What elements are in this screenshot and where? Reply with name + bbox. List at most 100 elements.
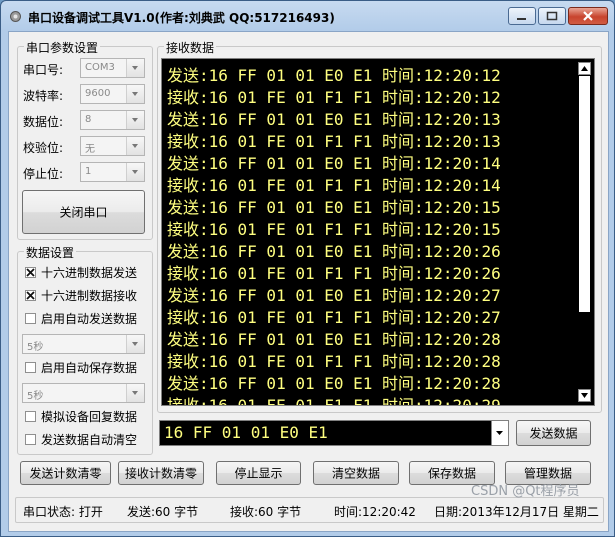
- port-status: 串口状态: 打开: [23, 505, 103, 519]
- receive-line: 发送:16 FF 01 01 E0 E1 时间:12:20:15: [167, 198, 501, 217]
- data-settings-title: 数据设置: [24, 244, 77, 261]
- auto-save-interval-value: 5秒: [27, 391, 44, 402]
- receive-line: 发送:16 FF 01 01 E0 E1 时间:12:20:26: [167, 242, 501, 261]
- status-date: 日期:2013年12月17日 星期二: [434, 505, 599, 519]
- chevron-down-icon: [132, 342, 138, 346]
- baud-select[interactable]: 9600: [80, 84, 145, 104]
- send-input[interactable]: 16 FF 01 01 E0 E1: [159, 420, 509, 446]
- baud-label: 波特率:: [23, 89, 64, 103]
- close-window-button[interactable]: [568, 7, 608, 25]
- port-label: 串口号:: [23, 63, 64, 77]
- hex-recv-checkbox[interactable]: [25, 290, 36, 301]
- scroll-down-button[interactable]: [578, 389, 591, 402]
- send-value: 16 FF 01 01 E0 E1: [164, 423, 328, 442]
- check-icon: [26, 268, 35, 277]
- check-icon: [26, 291, 35, 300]
- receive-textarea[interactable]: 发送:16 FF 01 01 E0 E1 时间:12:20:12 接收:16 01…: [161, 58, 595, 406]
- stop-display-label: 停止显示: [234, 466, 283, 481]
- auto-clear-checkbox[interactable]: [25, 434, 36, 445]
- parity-label: 校验位:: [23, 141, 64, 155]
- arrow-down-icon: [581, 393, 588, 398]
- auto-clear-label: 发送数据自动清空: [41, 433, 138, 447]
- auto-send-interval-select[interactable]: 5秒: [22, 334, 145, 354]
- minimize-button[interactable]: [508, 7, 536, 25]
- reset-send-count-label: 发送计数清零: [29, 466, 102, 481]
- receive-line: 接收:16 01 FE 01 F1 F1 时间:12:20:29: [167, 396, 501, 406]
- window-title: 串口设备调试工具V1.0(作者:刘典武 QQ:517216493): [28, 11, 335, 25]
- scroll-up-button[interactable]: [578, 62, 591, 75]
- port-value: COM3: [85, 62, 115, 73]
- chevron-down-icon: [496, 431, 503, 435]
- simulate-reply-label: 模拟设备回复数据: [41, 410, 138, 424]
- receive-line: 接收:16 01 FE 01 F1 F1 时间:12:20:13: [167, 132, 501, 151]
- close-port-button[interactable]: 关闭串口: [22, 190, 145, 234]
- send-dropdown-button[interactable]: [491, 421, 508, 445]
- receive-scrollbar[interactable]: [577, 60, 593, 404]
- auto-save-interval-select[interactable]: 5秒: [22, 383, 145, 403]
- serial-settings-group: 串口参数设置 串口号: COM3 波特率: 9600 数据位: 8 校验位: 无…: [17, 39, 153, 240]
- hex-send-checkbox[interactable]: [25, 267, 36, 278]
- parity-value: 无: [85, 144, 95, 155]
- reset-recv-count-button[interactable]: 接收计数清零: [118, 461, 204, 485]
- receive-line: 发送:16 FF 01 01 E0 E1 时间:12:20:28: [167, 330, 501, 349]
- close-port-label: 关闭串口: [59, 205, 108, 220]
- receive-line: 接收:16 01 FE 01 F1 F1 时间:12:20:14: [167, 176, 501, 195]
- auto-save-checkbox[interactable]: [25, 362, 36, 373]
- receive-line: 接收:16 01 FE 01 F1 F1 时间:12:20:27: [167, 308, 501, 327]
- hex-send-label: 十六进制数据发送: [41, 266, 138, 280]
- serial-settings-title: 串口参数设置: [24, 39, 101, 56]
- data-settings-group: 数据设置 十六进制数据发送 十六进制数据接收 启用自动发送数据 5秒 启用自动保…: [17, 244, 153, 455]
- stop-display-button[interactable]: 停止显示: [216, 461, 301, 485]
- send-data-label: 发送数据: [529, 426, 578, 441]
- auto-send-interval-value: 5秒: [27, 342, 44, 353]
- clear-data-label: 清空数据: [331, 466, 380, 481]
- port-select[interactable]: COM3: [80, 58, 145, 78]
- receive-line: 接收:16 01 FE 01 F1 F1 时间:12:20:26: [167, 264, 501, 283]
- receive-line: 接收:16 01 FE 01 F1 F1 时间:12:20:15: [167, 220, 501, 239]
- stopbits-value: 1: [85, 166, 92, 177]
- simulate-reply-checkbox[interactable]: [25, 411, 36, 422]
- receive-title: 接收数据: [164, 39, 217, 56]
- baud-value: 9600: [85, 88, 111, 99]
- receive-line: 发送:16 FF 01 01 E0 E1 时间:12:20:27: [167, 286, 501, 305]
- manage-data-label: 管理数据: [523, 466, 572, 481]
- status-time: 时间:12:20:42: [334, 505, 416, 519]
- chevron-down-icon: [132, 118, 138, 122]
- scroll-thumb[interactable]: [579, 76, 590, 312]
- receive-line: 发送:16 FF 01 01 E0 E1 时间:12:20:12: [167, 66, 501, 85]
- recv-count: 接收:60 字节: [230, 505, 302, 519]
- chevron-down-icon: [132, 144, 138, 148]
- clear-data-button[interactable]: 清空数据: [313, 461, 399, 485]
- receive-line: 发送:16 FF 01 01 E0 E1 时间:12:20:14: [167, 154, 501, 173]
- close-icon: [583, 11, 593, 21]
- chevron-down-icon: [132, 391, 138, 395]
- databits-label: 数据位:: [23, 115, 64, 129]
- auto-send-label: 启用自动发送数据: [41, 312, 138, 326]
- auto-send-checkbox[interactable]: [25, 313, 36, 324]
- status-bar: 串口状态: 打开 发送:60 字节 接收:60 字节 时间:12:20:42 日…: [15, 497, 604, 523]
- hex-recv-label: 十六进制数据接收: [41, 289, 138, 303]
- chevron-down-icon: [132, 92, 138, 96]
- databits-value: 8: [85, 114, 92, 125]
- reset-send-count-button[interactable]: 发送计数清零: [20, 461, 111, 485]
- auto-save-label: 启用自动保存数据: [41, 361, 138, 375]
- send-data-button[interactable]: 发送数据: [516, 420, 591, 446]
- app-window: 串口设备调试工具V1.0(作者:刘典武 QQ:517216493) 串口参数设置…: [0, 0, 615, 537]
- receive-line: 发送:16 FF 01 01 E0 E1 时间:12:20:13: [167, 110, 501, 129]
- maximize-button[interactable]: [538, 7, 566, 25]
- sent-count: 发送:60 字节: [127, 505, 199, 519]
- parity-select[interactable]: 无: [80, 136, 145, 156]
- receive-line: 接收:16 01 FE 01 F1 F1 时间:12:20:12: [167, 88, 501, 107]
- title-bar[interactable]: 串口设备调试工具V1.0(作者:刘典武 QQ:517216493): [1, 1, 614, 31]
- minimize-icon: [517, 18, 526, 20]
- stopbits-select[interactable]: 1: [80, 162, 145, 182]
- app-gear-icon: [10, 11, 21, 22]
- watermark: CSDN @Qt程序员: [471, 484, 580, 499]
- reset-recv-count-label: 接收计数清零: [124, 466, 197, 481]
- receive-lines: 发送:16 FF 01 01 E0 E1 时间:12:20:12 接收:16 01…: [167, 65, 501, 406]
- chevron-down-icon: [132, 170, 138, 174]
- databits-select[interactable]: 8: [80, 110, 145, 130]
- arrow-up-icon: [581, 66, 588, 71]
- chevron-down-icon: [132, 66, 138, 70]
- maximize-icon: [546, 11, 558, 21]
